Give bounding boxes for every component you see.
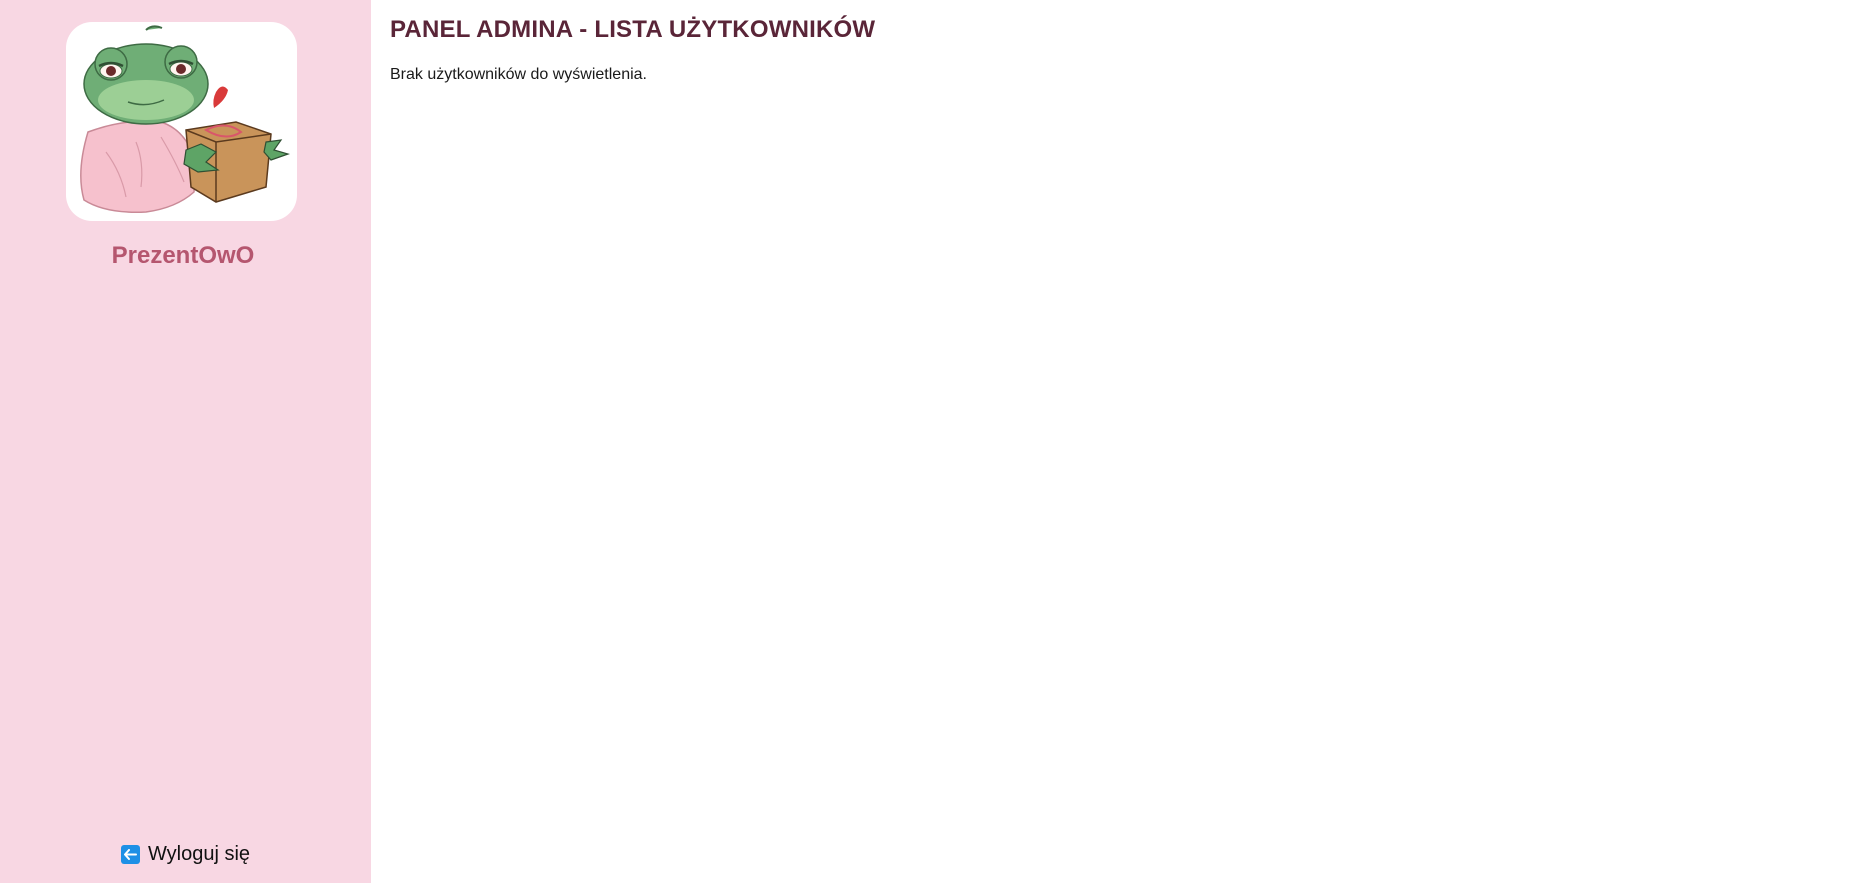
frog-with-gift-icon — [80, 25, 290, 213]
logout-button[interactable]: Wyloguj się — [0, 843, 371, 866]
app-root: PrezentOwO Wyloguj się PANEL ADMINA - LI… — [0, 0, 1865, 883]
sidebar: PrezentOwO Wyloguj się — [0, 0, 371, 883]
arrow-left-icon — [120, 845, 140, 864]
main-content: PANEL ADMINA - LISTA UŻYTKOWNIKÓW Brak u… — [371, 0, 1865, 883]
empty-users-message: Brak użytkowników do wyświetlenia. — [390, 66, 647, 83]
logout-label: Wyloguj się — [147, 843, 251, 865]
logo — [66, 22, 297, 221]
brand-name: PrezentOwO — [111, 242, 255, 269]
page-title: PANEL ADMINA - LISTA UŻYTKOWNIKÓW — [390, 16, 876, 43]
